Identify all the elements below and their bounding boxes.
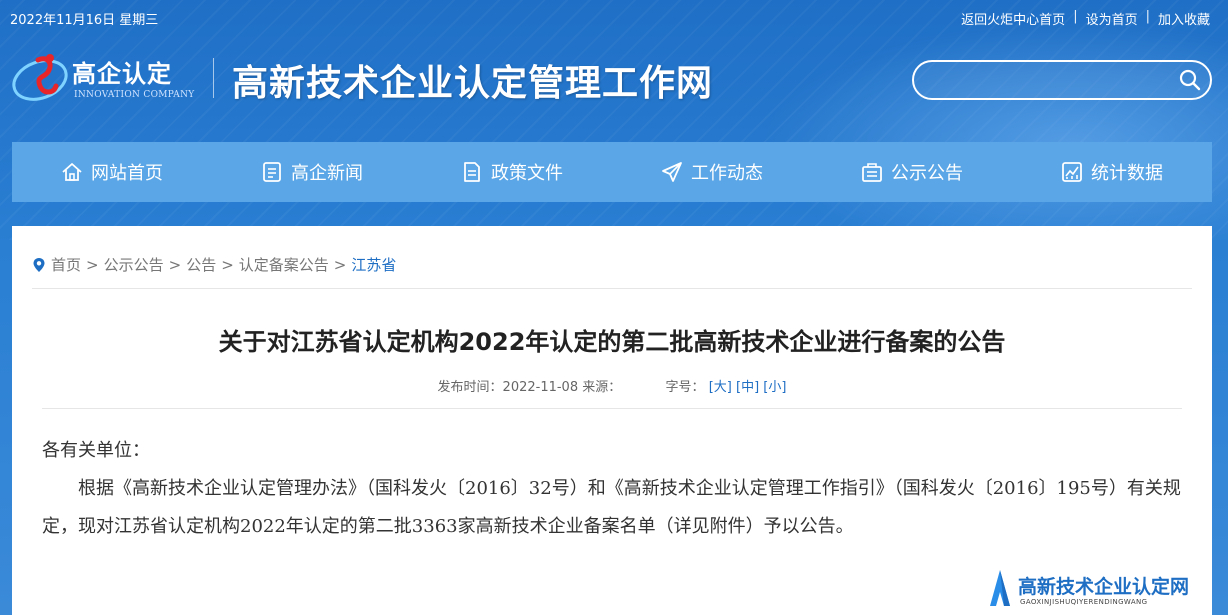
breadcrumb: 首页 > 公示公告 > 公告 > 认定备案公告 > 江苏省 <box>32 254 396 275</box>
article-body: 各有关单位： 根据《高新技术企业认定管理办法》（国科发火〔2016〕32号）和《… <box>42 432 1192 546</box>
publish-label: 发布时间： <box>437 380 503 395</box>
breadcrumb-filing-notice[interactable]: 认定备案公告 <box>239 254 329 275</box>
nav-label: 高企新闻 <box>291 163 363 184</box>
meta-divider <box>42 408 1182 409</box>
news-icon <box>263 162 281 182</box>
article-panel: 首页 > 公示公告 > 公告 > 认定备案公告 > 江苏省 关于对江苏省认定机构… <box>12 226 1212 615</box>
site-logo[interactable]: 高企认定 INNOVATION COMPANY <box>10 46 200 106</box>
announcement-icon <box>862 163 882 182</box>
main-nav: 网站首页 高企新闻 政策文件 工作动态 公示公告 统计数据 <box>12 142 1212 202</box>
chart-icon <box>1062 162 1082 182</box>
font-size-medium[interactable]: [中] <box>736 380 759 395</box>
nav-item-home[interactable]: 网站首页 <box>12 142 212 202</box>
breadcrumb-current[interactable]: 江苏省 <box>351 254 396 275</box>
paper-plane-icon <box>662 162 682 182</box>
source-label: 来源： <box>582 380 622 395</box>
back-to-torch-center-link[interactable]: 返回火炬中心首页 <box>961 9 1065 28</box>
header-divider <box>213 58 214 98</box>
watermark-subtitle: GAOXINJISHUQIYERENDINGWANG <box>1020 598 1148 606</box>
top-bar: 2022年11月16日 星期三 返回火炬中心首页 | 设为首页 | 加入收藏 <box>0 0 1228 34</box>
logo-text: 高企认定 <box>72 59 172 88</box>
link-separator: | <box>1145 9 1150 24</box>
location-pin-icon <box>33 257 45 272</box>
nav-item-announcements[interactable]: 公示公告 <box>812 142 1012 202</box>
font-size-small[interactable]: [小] <box>763 380 786 395</box>
nav-label: 统计数据 <box>1091 163 1163 184</box>
font-size-label: 字号： <box>665 380 705 395</box>
nav-label: 网站首页 <box>91 163 163 184</box>
breadcrumb-separator: > <box>168 255 182 274</box>
article-title: 关于对江苏省认定机构2022年认定的第二批高新技术企业进行备案的公告 <box>218 328 1006 356</box>
breadcrumb-notice[interactable]: 公告 <box>186 254 216 275</box>
set-homepage-link[interactable]: 设为首页 <box>1086 9 1138 28</box>
home-icon <box>62 163 82 181</box>
site-title: 高新技术企业认定管理工作网 <box>232 62 714 104</box>
article-meta: 发布时间：2022-11-08 来源： 字号： [大] [中] [小] <box>12 376 1212 395</box>
breadcrumb-divider <box>32 288 1192 289</box>
breadcrumb-announcements[interactable]: 公示公告 <box>104 254 164 275</box>
search-box <box>912 60 1212 100</box>
background-glow <box>708 0 1228 240</box>
salutation: 各有关单位： <box>42 440 150 461</box>
nav-label: 政策文件 <box>491 163 563 184</box>
watermark-logo-icon <box>990 570 1010 606</box>
logo-swirl-icon <box>12 54 68 101</box>
font-size-large[interactable]: [大] <box>709 380 732 395</box>
breadcrumb-separator: > <box>86 255 99 274</box>
document-icon <box>464 162 480 182</box>
body-paragraph: 根据《高新技术企业认定管理办法》（国科发火〔2016〕32号）和《高新技术企业认… <box>42 478 1181 537</box>
logo-subtext: INNOVATION COMPANY <box>74 90 195 100</box>
breadcrumb-separator: > <box>221 255 234 274</box>
watermark-title: 高新技术企业认定网 <box>1018 576 1190 598</box>
current-date: 2022年11月16日 星期三 <box>10 13 159 28</box>
site-header: 高企认定 INNOVATION COMPANY 高新技术企业认定管理工作网 <box>0 40 1228 120</box>
add-favorite-link[interactable]: 加入收藏 <box>1158 9 1210 28</box>
search-icon[interactable] <box>1176 66 1204 94</box>
top-links: 返回火炬中心首页 | 设为首页 | 加入收藏 <box>961 9 1210 28</box>
nav-label: 公示公告 <box>891 163 963 184</box>
site-watermark: 高新技术企业认定网 GAOXINJISHUQIYERENDINGWANG <box>986 566 1228 615</box>
publish-date: 2022-11-08 <box>502 380 579 395</box>
nav-item-statistics[interactable]: 统计数据 <box>1012 142 1212 202</box>
link-separator: | <box>1073 9 1078 24</box>
nav-item-work-updates[interactable]: 工作动态 <box>612 142 812 202</box>
nav-item-news[interactable]: 高企新闻 <box>212 142 412 202</box>
search-input[interactable] <box>928 68 1168 92</box>
breadcrumb-home[interactable]: 首页 <box>51 254 81 275</box>
nav-item-policy[interactable]: 政策文件 <box>412 142 612 202</box>
breadcrumb-separator: > <box>333 255 347 274</box>
nav-label: 工作动态 <box>691 163 763 184</box>
